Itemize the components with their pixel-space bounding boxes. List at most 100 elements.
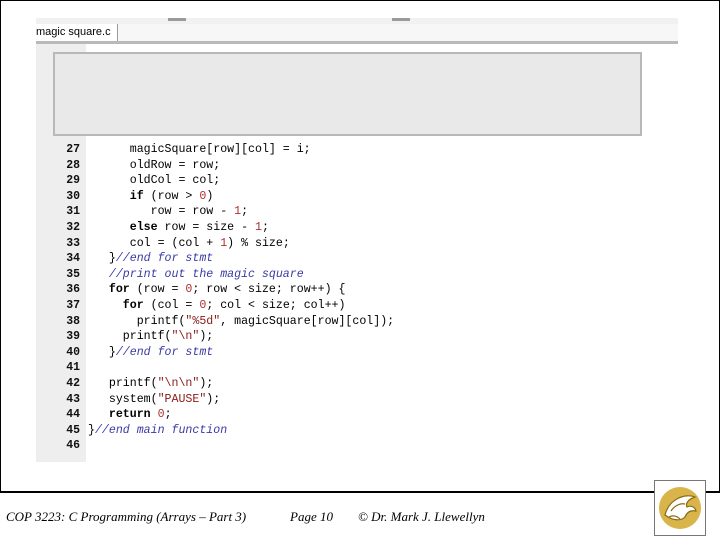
- code-token: printf(: [88, 314, 186, 328]
- code-token: ; row < size; row++) {: [192, 283, 346, 297]
- code-text: system("PAUSE");: [88, 392, 220, 407]
- pegasus-logo-graphic: [659, 487, 701, 529]
- code-token: ;: [261, 221, 269, 234]
- footer-course-title: COP 3223: C Programming (Arrays – Part 3…: [6, 509, 247, 524]
- code-text: printf("\n");: [88, 329, 213, 344]
- keyword-token: else: [129, 221, 158, 234]
- code-line: 46: [36, 438, 676, 453]
- code-text: }//end main function: [88, 423, 227, 438]
- code-token: }: [88, 252, 116, 266]
- code-line: 28 oldRow = row;: [36, 158, 676, 173]
- code-line: 32 else row = size - 1;: [36, 220, 676, 235]
- code-text: oldCol = col;: [88, 173, 220, 188]
- code-token: );: [206, 392, 221, 406]
- toolbar-handle[interactable]: [392, 18, 410, 21]
- code-text: printf("%5d", magicSquare[row][col]);: [88, 314, 394, 329]
- code-token: ;: [241, 205, 249, 219]
- code-line: 39 printf("\n");: [36, 329, 676, 344]
- line-number: 38: [66, 314, 80, 328]
- number-token: 1: [255, 221, 262, 234]
- line-number: 36: [66, 283, 80, 297]
- line-number: 34: [66, 252, 80, 266]
- code-text: }//end for stmt: [88, 345, 213, 360]
- code-token: row = row -: [88, 205, 235, 219]
- code-token: );: [199, 377, 214, 390]
- code-line: 36 for (row = 0; row < size; row++) {: [36, 282, 676, 297]
- footer-page-number: Page 10: [290, 509, 333, 524]
- footer-author: © Dr. Mark J. Llewellyn: [358, 509, 485, 524]
- code-token: ): [206, 189, 214, 203]
- code-text: }//end for stmt: [88, 251, 213, 266]
- code-token: printf(: [88, 377, 158, 390]
- line-number: 40: [66, 345, 80, 359]
- code-text: row = row - 1;: [88, 204, 248, 219]
- code-text: magicSquare[row][col] = i;: [88, 142, 311, 157]
- code-line: 27 magicSquare[row][col] = i;: [36, 142, 676, 157]
- code-text: oldRow = row;: [88, 158, 220, 173]
- file-tab-bar: magic square.c: [36, 24, 678, 42]
- code-token: ;: [164, 408, 172, 422]
- line-number: 30: [66, 189, 80, 203]
- code-token: oldCol = col;: [88, 174, 221, 188]
- line-number: 41: [66, 361, 80, 375]
- code-line: 45 }//end main function: [36, 423, 676, 438]
- code-text: else row = size - 1;: [88, 220, 269, 235]
- code-line: 35 //print out the magic square: [36, 267, 676, 282]
- string-token: "\n\n": [157, 377, 200, 390]
- keyword-token: for: [108, 283, 130, 297]
- line-number: 37: [66, 299, 80, 312]
- string-token: "\n": [171, 330, 200, 344]
- comment-token: //print out the magic square: [108, 267, 304, 281]
- code-token: (row >: [143, 189, 200, 203]
- code-line: 30 if (row > 0): [36, 189, 676, 204]
- code-line: 38 printf("%5d", magicSquare[row][col]);: [36, 314, 676, 329]
- slide-footer: COP 3223: C Programming (Arrays – Part 3…: [0, 493, 720, 540]
- overlay-panel: [53, 52, 642, 136]
- number-token: 0: [157, 408, 165, 422]
- code-text: if (row > 0): [88, 189, 214, 204]
- pegasus-logo-icon: [654, 480, 706, 536]
- line-number: 33: [66, 236, 80, 250]
- code-text: for (row = 0; row < size; row++) {: [88, 282, 346, 297]
- line-number: 39: [66, 330, 80, 344]
- string-token: "PAUSE": [157, 392, 207, 406]
- code-token: ; col < size; col++): [206, 299, 346, 312]
- code-text: //print out the magic square: [88, 267, 304, 282]
- string-token: "%5d": [185, 314, 221, 328]
- code-token: , magicSquare[row][col]);: [220, 314, 395, 328]
- keyword-token: return: [108, 408, 151, 422]
- code-line: 31 row = row - 1;: [36, 204, 676, 219]
- code-text: col = (col + 1) % size;: [88, 236, 290, 251]
- line-number: 43: [66, 392, 80, 406]
- line-number: 42: [66, 377, 80, 390]
- line-number: 46: [66, 439, 80, 453]
- code-token: (row =: [129, 283, 186, 297]
- line-number: 29: [66, 174, 80, 188]
- code-line: 40 }//end for stmt: [36, 345, 676, 360]
- code-token: }: [88, 345, 116, 359]
- line-number: 45: [66, 423, 80, 437]
- line-number: 44: [66, 408, 80, 422]
- code-line: 33 col = (col + 1) % size;: [36, 236, 676, 251]
- file-tab[interactable]: magic square.c: [36, 24, 118, 41]
- keyword-token: for: [122, 299, 144, 312]
- toolbar-handle[interactable]: [168, 18, 186, 21]
- line-number: 28: [66, 158, 80, 172]
- code-text: for (col = 0; col < size; col++): [88, 298, 346, 313]
- line-number: 31: [66, 205, 80, 219]
- code-token: );: [199, 330, 214, 344]
- comment-token: //end for stmt: [115, 345, 214, 359]
- code-line: 44 return 0;: [36, 407, 676, 422]
- code-line: 34 }//end for stmt: [36, 251, 676, 266]
- code-token: row = size -: [157, 221, 255, 234]
- code-text: printf("\n\n");: [88, 376, 213, 391]
- code-line: 41: [36, 360, 676, 375]
